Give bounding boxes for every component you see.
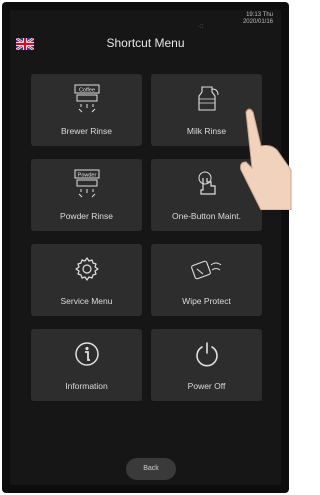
touch-screen: 19:13 Thu 2020/01/16 ·:: Shortcut Menu C…	[10, 10, 281, 485]
tile-label: Wipe Protect	[182, 296, 231, 306]
tile-label: Brewer Rinse	[60, 126, 113, 136]
page-title: Shortcut Menu	[106, 36, 185, 50]
status-bar: 19:13 Thu 2020/01/16	[243, 12, 273, 26]
information-button[interactable]: Information	[31, 329, 142, 401]
tile-label: Powder Rinse	[60, 211, 113, 221]
gear-icon	[31, 254, 142, 284]
brewer-icon-text: Coffee	[78, 87, 94, 93]
service-menu-button[interactable]: Service Menu	[31, 244, 142, 316]
status-date: 2020/01/16	[242, 19, 273, 25]
brewer-rinse-icon: Coffee	[31, 84, 142, 114]
powder-icon-text: Powder	[77, 172, 96, 178]
signal-icon: ·::	[198, 24, 204, 30]
tile-label: One-Button Maint.	[172, 211, 241, 221]
info-icon	[31, 339, 142, 369]
powder-rinse-button[interactable]: Powder Powder Rinse	[31, 159, 142, 231]
tile-label: Information	[65, 381, 108, 391]
power-off-button[interactable]: Power Off	[151, 329, 262, 401]
back-button[interactable]: Back	[126, 458, 176, 480]
powder-rinse-icon: Powder	[31, 169, 142, 199]
wipe-protect-icon	[151, 254, 262, 284]
power-icon	[151, 339, 262, 369]
status-time: 19:13 Thu	[246, 12, 273, 18]
pointing-hand	[240, 108, 292, 210]
brewer-rinse-button[interactable]: Coffee Brewer Rinse	[31, 74, 142, 146]
tile-label: Service Menu	[60, 296, 113, 306]
wipe-protect-button[interactable]: Wipe Protect	[151, 244, 262, 316]
tile-label: Power Off	[187, 381, 226, 391]
